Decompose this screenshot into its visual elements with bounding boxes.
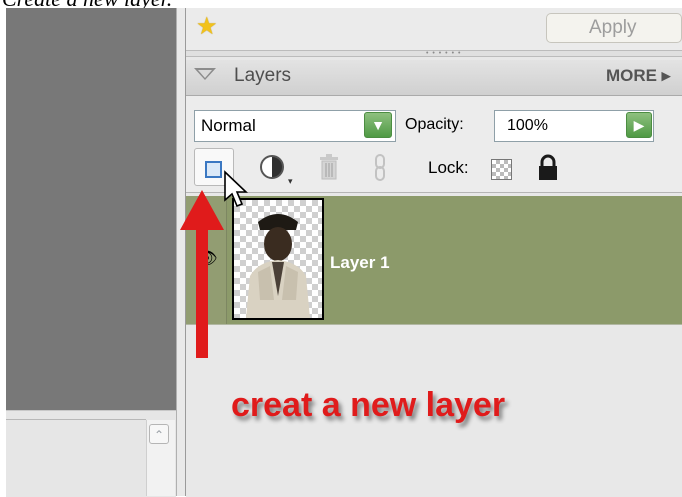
dropdown-indicator-icon: ▾ (288, 176, 293, 186)
red-arrow-annotation (180, 190, 224, 358)
chevron-right-icon[interactable]: ▶ (626, 112, 652, 138)
layer-name[interactable]: Layer 1 (330, 253, 390, 273)
document-canvas-area (6, 8, 176, 410)
more-button[interactable]: MORE ▸ (606, 66, 670, 86)
panel-separator (6, 419, 146, 420)
portrait-thumbnail-image (246, 214, 310, 318)
trash-icon[interactable] (318, 154, 340, 180)
new-layer-icon (205, 161, 222, 178)
annotation-text: creat a new layer (231, 386, 506, 424)
lock-transparency-icon[interactable] (491, 159, 512, 180)
grip-dots: • • • • • • (426, 50, 462, 57)
star-icon[interactable]: ★ (196, 14, 218, 40)
cursor-icon (224, 170, 248, 208)
layer-thumbnail[interactable] (232, 198, 324, 320)
apply-button[interactable]: Apply (546, 13, 682, 43)
lock-all-icon[interactable] (537, 154, 559, 182)
collapse-triangle-inner (198, 70, 212, 78)
opacity-label: Opacity: (405, 116, 464, 133)
adjustment-layer-icon[interactable] (260, 155, 284, 179)
lock-label: Lock: (428, 158, 469, 177)
layers-title: Layers (234, 65, 292, 86)
link-icon[interactable] (372, 154, 388, 182)
chevron-down-icon[interactable]: ▼ (364, 112, 392, 138)
scroll-up-button[interactable]: ⌃ (149, 424, 169, 444)
